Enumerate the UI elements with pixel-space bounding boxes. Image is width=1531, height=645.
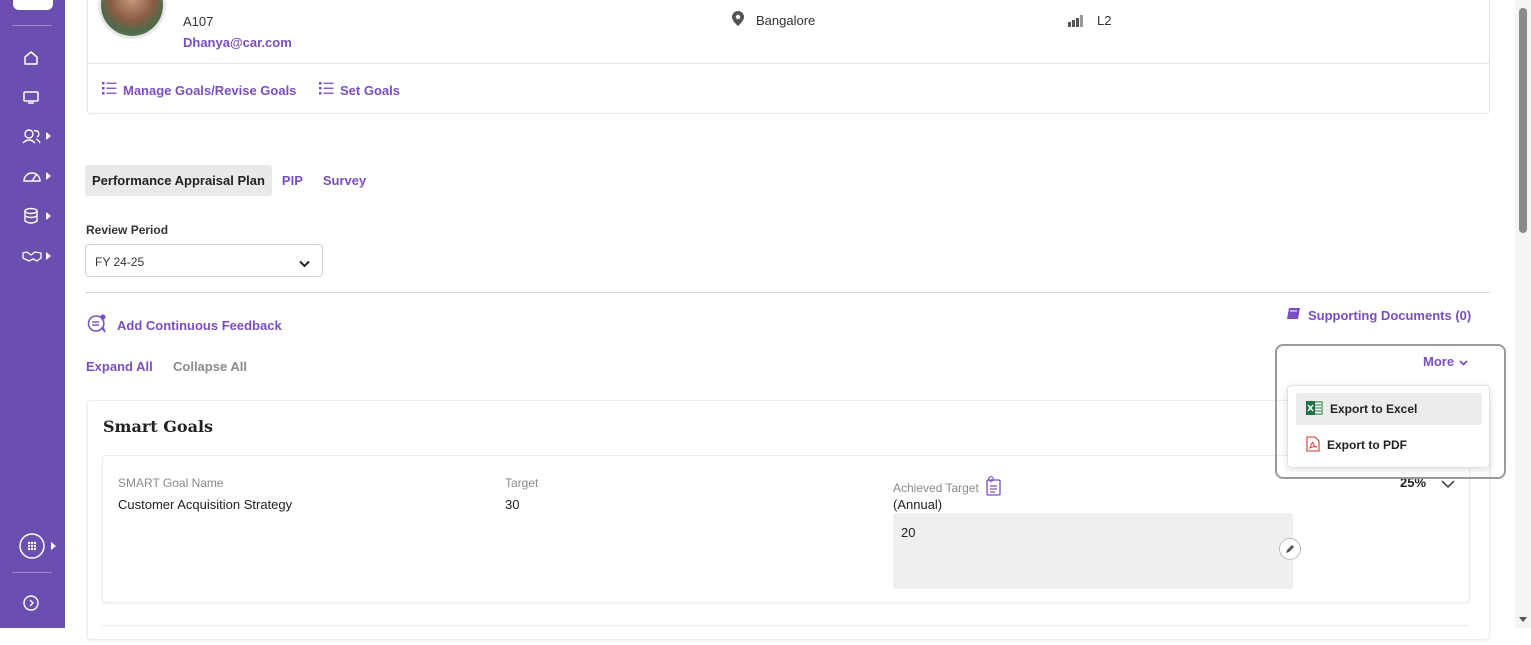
more-dropdown-menu: Export to Excel Export to PDF <box>1287 385 1490 468</box>
scroll-down-arrow[interactable] <box>1519 617 1527 622</box>
review-period-value: FY 24-25 <box>95 255 145 269</box>
main-content: A107 Dhanya@car.com Bangalore L2 Manage … <box>65 0 1515 640</box>
expand-sidebar-icon[interactable] <box>22 594 44 612</box>
scrollbar-thumb[interactable] <box>1519 8 1527 233</box>
target-value: 30 <box>505 497 520 512</box>
apps-icon[interactable] <box>18 532 46 560</box>
table-row: SMART Goal Name Customer Acquisition Str… <box>102 455 1470 603</box>
review-period-label: Review Period <box>86 223 169 237</box>
chevron-down-icon <box>299 257 310 271</box>
sidebar-divider <box>12 572 52 573</box>
export-excel-label: Export to Excel <box>1330 402 1418 416</box>
set-goals-label: Set Goals <box>340 82 400 98</box>
export-to-pdf-item[interactable]: Export to PDF <box>1296 429 1482 461</box>
goal-name-label: SMART Goal Name <box>118 476 224 490</box>
card-divider <box>88 63 1489 64</box>
pdf-icon <box>1306 435 1320 455</box>
collapse-all-button[interactable]: Collapse All <box>173 359 247 374</box>
tab-pip[interactable]: PIP <box>272 165 313 196</box>
add-continuous-feedback-button[interactable]: Add Continuous Feedback <box>87 314 282 337</box>
feedback-icon <box>87 314 107 337</box>
supporting-documents-label: Supporting Documents (0) <box>1308 308 1472 323</box>
employee-email[interactable]: Dhanya@car.com <box>183 35 292 50</box>
add-feedback-label: Add Continuous Feedback <box>117 318 282 333</box>
apps-expand-caret[interactable] <box>51 542 56 550</box>
excel-icon <box>1306 400 1323 418</box>
section-divider <box>85 292 1490 293</box>
plan-tabs: Performance Appraisal Plan PIP Survey <box>85 165 376 196</box>
achieved-target-subtitle: (Annual) <box>893 497 943 512</box>
employee-code: A107 <box>183 14 214 29</box>
vertical-scrollbar[interactable] <box>1515 0 1531 628</box>
chevron-down-icon <box>1459 354 1468 369</box>
list-icon <box>319 82 334 98</box>
more-label: More <box>1423 354 1455 369</box>
handshake-expand-caret[interactable] <box>46 252 51 260</box>
clipboard-icon[interactable] <box>985 476 1002 499</box>
performance-expand-caret[interactable] <box>46 172 51 180</box>
tab-survey[interactable]: Survey <box>313 165 376 196</box>
database-icon[interactable] <box>22 207 44 225</box>
manage-goals-label: Manage Goals/Revise Goals <box>123 82 297 98</box>
expand-all-button[interactable]: Expand All <box>86 359 153 374</box>
target-label: Target <box>505 476 539 490</box>
set-goals-link[interactable]: Set Goals <box>319 82 400 98</box>
review-period-select[interactable]: FY 24-25 <box>85 244 323 277</box>
speedometer-icon[interactable] <box>22 167 44 185</box>
achieved-target-header: Achieved Target <box>893 476 1002 499</box>
sidebar-divider <box>12 25 52 26</box>
edit-icon[interactable] <box>1279 538 1301 560</box>
avatar <box>98 0 166 39</box>
goal-name-value: Customer Acquisition Strategy <box>118 497 293 512</box>
database-expand-caret[interactable] <box>46 212 51 220</box>
table-row <box>102 625 1470 645</box>
signal-bars-icon <box>1068 14 1084 32</box>
supporting-documents-link[interactable]: Supporting Documents (0) <box>1286 307 1471 324</box>
manage-goals-link[interactable]: Manage Goals/Revise Goals <box>102 82 296 98</box>
export-to-excel-item[interactable]: Export to Excel <box>1296 393 1482 425</box>
achieved-target-label: Achieved Target <box>893 480 979 495</box>
smart-goals-title: Smart Goals <box>103 417 214 436</box>
app-logo[interactable] <box>13 0 53 10</box>
home-icon[interactable] <box>22 49 44 67</box>
people-icon[interactable] <box>22 127 44 145</box>
export-pdf-label: Export to PDF <box>1327 438 1407 452</box>
sidebar <box>0 0 65 628</box>
people-expand-caret[interactable] <box>46 132 51 140</box>
book-icon <box>1286 307 1301 324</box>
tab-performance-appraisal-plan[interactable]: Performance Appraisal Plan <box>85 165 272 196</box>
employee-location: Bangalore <box>756 13 816 28</box>
employee-profile-card: A107 Dhanya@car.com Bangalore L2 Manage … <box>87 0 1490 114</box>
monitor-icon[interactable] <box>22 88 44 106</box>
handshake-icon[interactable] <box>22 247 44 265</box>
location-pin-icon <box>731 10 745 32</box>
list-icon <box>102 82 117 98</box>
employee-level: L2 <box>1097 13 1112 28</box>
achieved-target-input[interactable]: 20 <box>893 513 1293 589</box>
more-dropdown-button[interactable]: More <box>1423 354 1468 369</box>
